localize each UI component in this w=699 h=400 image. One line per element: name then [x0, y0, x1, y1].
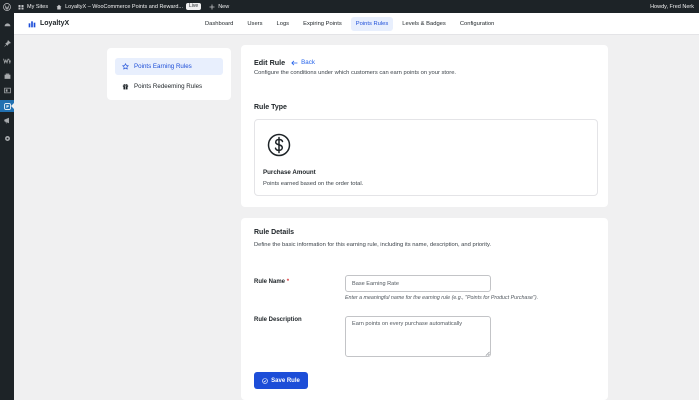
rule-type-name: Purchase Amount — [263, 169, 316, 176]
howdy-user-menu[interactable]: Howdy, Fred Nerk — [646, 0, 699, 13]
rules-sidebar: Points Earning Rules Points Redeeming Ru… — [107, 48, 231, 100]
sidebar-settings[interactable] — [3, 134, 11, 142]
star-icon — [122, 63, 129, 70]
gift-icon — [122, 84, 129, 90]
wp-admin-bar: My Sites LoyaltyX – WooCommerce Points a… — [0, 0, 699, 13]
back-link[interactable]: Back — [291, 59, 315, 66]
rule-name-input[interactable] — [345, 275, 491, 292]
howdy-label: Howdy, Fred Nerk — [650, 3, 694, 10]
rule-details-description: Define the basic information for this ea… — [254, 242, 492, 248]
my-sites-icon — [18, 4, 24, 9]
sidebar-products[interactable] — [3, 72, 11, 80]
live-badge: Live — [186, 3, 202, 10]
sidebar-payments[interactable] — [3, 86, 11, 94]
rule-type-title: Rule Type — [254, 104, 287, 111]
loyaltyx-logo-icon — [28, 20, 36, 27]
tab-expiring-points[interactable]: Expiring Points — [298, 17, 347, 31]
sidebar-item-label: Points Redeeming Rules — [134, 83, 203, 90]
pin-icon — [3, 39, 11, 47]
arrow-left-icon — [291, 60, 298, 65]
sidebar-item-label: Points Earning Rules — [134, 63, 192, 70]
new-content-menu[interactable]: New — [205, 0, 233, 13]
wordpress-icon — [3, 2, 11, 11]
plus-icon — [209, 4, 215, 9]
edit-rule-description: Configure the conditions under which cus… — [254, 70, 457, 76]
rule-details-card: Rule Details Define the basic informatio… — [241, 218, 608, 400]
my-sites-label: My Sites — [27, 3, 49, 10]
tab-points-rules[interactable]: Points Rules — [350, 17, 394, 31]
loyaltyx-icon — [3, 102, 11, 110]
tab-configuration[interactable]: Configuration — [455, 17, 499, 31]
tab-users[interactable]: Users — [242, 17, 267, 31]
sidebar-marketing[interactable] — [3, 116, 11, 124]
products-icon — [4, 73, 10, 79]
site-name-label: LoyaltyX – WooCommerce Points and Reward… — [65, 3, 183, 10]
back-label: Back — [301, 59, 315, 66]
site-name-menu[interactable]: LoyaltyX – WooCommerce Points and Reward… — [52, 0, 205, 13]
woocommerce-icon — [3, 58, 11, 64]
rule-name-hint: Enter a meaningful name for the earning … — [345, 295, 539, 301]
main-nav: Dashboard Users Logs Expiring Points Poi… — [200, 17, 503, 31]
plugin-header: LoyaltyX Dashboard Users Logs Expiring P… — [14, 13, 699, 35]
edit-rule-card: Edit Rule Back Configure the conditions … — [241, 45, 608, 207]
sidebar-dashboard[interactable] — [3, 20, 11, 28]
brand-name: LoyaltyX — [40, 20, 70, 27]
rule-description-label: Rule Description — [254, 317, 302, 323]
required-mark: * — [286, 279, 290, 285]
resize-grip-icon[interactable] — [485, 351, 490, 356]
gear-icon — [4, 135, 10, 141]
my-sites-menu[interactable]: My Sites — [14, 0, 52, 13]
rule-description-textarea[interactable]: Earn points on every purchase automatica… — [345, 316, 491, 357]
tab-dashboard[interactable]: Dashboard — [200, 17, 238, 31]
sidebar-woocommerce[interactable] — [3, 56, 11, 64]
save-rule-button[interactable]: Save Rule — [254, 372, 308, 389]
wordpress-logo-button[interactable] — [0, 0, 14, 13]
rule-details-title: Rule Details — [254, 229, 295, 236]
save-rule-label: Save Rule — [271, 377, 300, 384]
sidebar-active-notch — [11, 103, 14, 109]
edit-rule-header: Edit Rule Back — [254, 58, 315, 67]
dashboard-gauge-icon — [4, 22, 10, 26]
tab-levels-badges[interactable]: Levels & Badges — [397, 17, 451, 31]
rule-name-label: Rule Name * — [254, 279, 289, 285]
sidebar-posts[interactable] — [3, 39, 11, 47]
brand[interactable]: LoyaltyX — [28, 20, 69, 28]
wp-admin-sidebar — [0, 13, 14, 400]
sidebar-loyaltyx[interactable] — [3, 102, 11, 110]
payments-icon — [3, 87, 11, 93]
new-label: New — [218, 3, 230, 10]
sidebar-item-points-redeeming-rules[interactable]: Points Redeeming Rules — [115, 78, 223, 95]
rule-type-option[interactable]: Purchase Amount Points earned based on t… — [254, 119, 598, 196]
home-icon — [56, 4, 62, 9]
check-circle-icon — [262, 377, 268, 384]
rule-type-description: Points earned based on the order total. — [263, 181, 364, 187]
dollar-circle-icon — [267, 133, 291, 157]
page-title: Edit Rule — [254, 58, 286, 67]
rule-name-label-text: Rule Name — [254, 279, 286, 285]
sidebar-item-points-earning-rules[interactable]: Points Earning Rules — [115, 58, 223, 75]
tab-logs[interactable]: Logs — [272, 17, 295, 31]
megaphone-icon — [3, 117, 9, 123]
